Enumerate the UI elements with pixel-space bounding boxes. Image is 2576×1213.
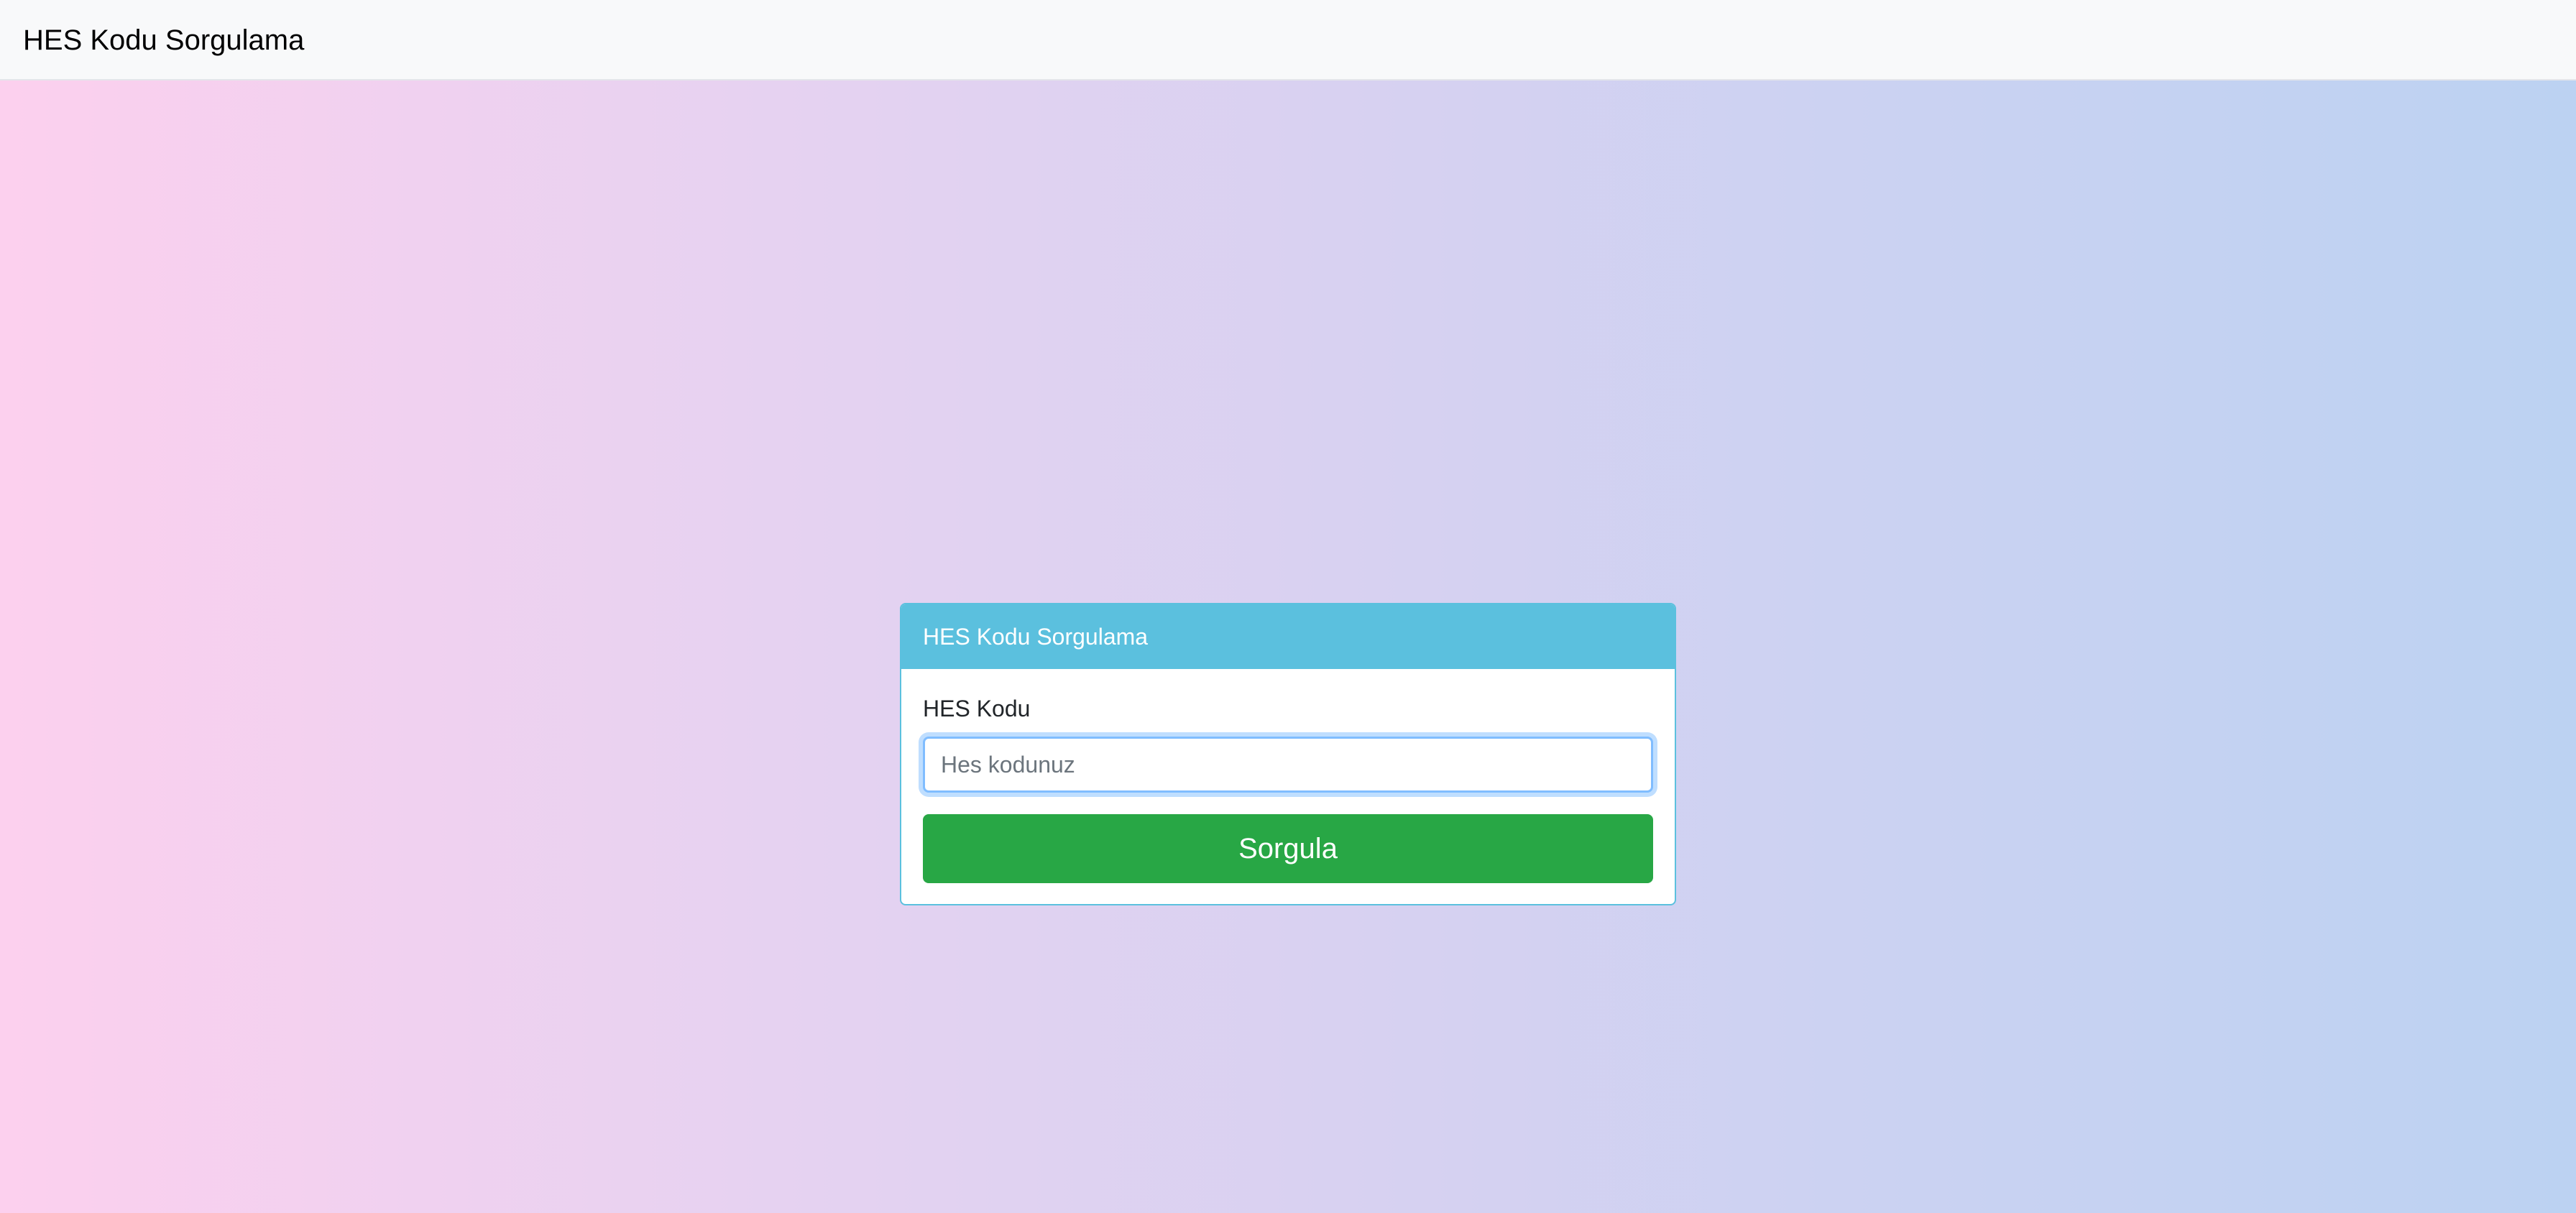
card-header: HES Kodu Sorgulama [901, 604, 1675, 669]
hes-code-input[interactable] [923, 737, 1653, 793]
hes-query-card: HES Kodu Sorgulama HES Kodu Sorgula [900, 603, 1676, 905]
hes-code-label: HES Kodu [923, 696, 1031, 721]
query-button[interactable]: Sorgula [923, 814, 1653, 883]
card-title: HES Kodu Sorgulama [923, 624, 1149, 650]
navbar-brand[interactable]: HES Kodu Sorgulama [23, 22, 304, 59]
top-navbar: HES Kodu Sorgulama [0, 0, 2576, 80]
page-background: HES Kodu Sorgulama HES Kodu Sorgula [0, 80, 2576, 1213]
